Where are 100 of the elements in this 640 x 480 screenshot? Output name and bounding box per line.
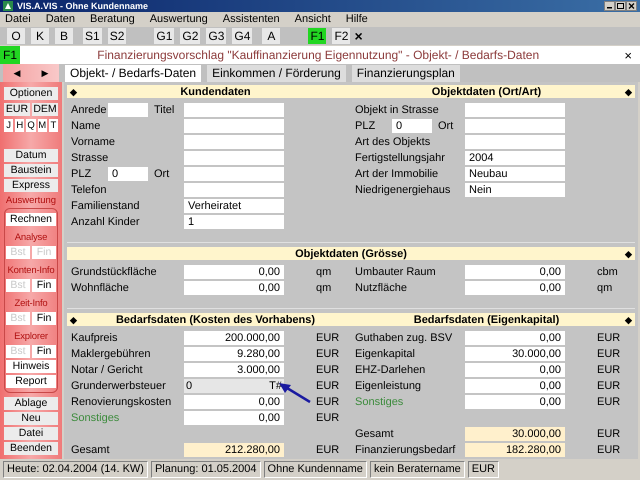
unit-label: EUR <box>315 396 340 408</box>
input-field[interactable]: 0,00 <box>465 281 565 296</box>
sidebar-button[interactable]: EUR <box>4 103 30 116</box>
field-label: Telefon <box>71 184 108 196</box>
input-field[interactable] <box>465 103 565 118</box>
input-field[interactable] <box>184 135 284 150</box>
input-field[interactable]: 0,00 <box>465 331 565 346</box>
sidebar-button[interactable]: Fin <box>32 312 56 326</box>
sidebar-button[interactable]: Neu <box>4 412 58 426</box>
input-field[interactable]: 0,00 <box>465 379 565 394</box>
sidebar-button[interactable]: Datei <box>4 427 58 440</box>
toolbar-button[interactable]: S2 <box>108 28 126 44</box>
menu-item[interactable]: Ansicht <box>292 13 333 26</box>
tab[interactable]: Finanzierungsplan <box>352 64 460 82</box>
input-field[interactable]: 0,00 <box>184 395 284 410</box>
toolbar-button[interactable]: G2 <box>180 28 200 44</box>
input-field[interactable] <box>184 119 284 134</box>
input-field[interactable]: Nein <box>465 183 565 198</box>
toolbar-button[interactable]: S1 <box>83 28 102 44</box>
close-button[interactable]: × <box>354 28 363 44</box>
field-label: Umbauter Raum <box>355 266 437 278</box>
input-field[interactable] <box>465 119 565 134</box>
field-label: Anrede <box>71 104 108 116</box>
menu-item[interactable]: Assistenten <box>220 13 282 26</box>
sidebar-button[interactable]: Baustein <box>4 164 58 178</box>
toolbar-button[interactable]: K <box>31 28 49 44</box>
minimize-icon[interactable] <box>604 0 615 11</box>
toolbar-button[interactable]: F2 <box>332 28 350 44</box>
input-field[interactable]: Neubau <box>465 167 565 182</box>
input-field[interactable]: 9.280,00 <box>184 347 284 362</box>
unit-label: EUR <box>315 332 340 344</box>
unit-label: EUR <box>596 444 622 456</box>
sidebar-button[interactable]: T <box>48 119 58 132</box>
input-field[interactable] <box>184 103 284 118</box>
menu-item[interactable]: Hilfe <box>344 13 370 26</box>
close-button[interactable]: × <box>616 48 640 63</box>
field-label: Guthaben zug. BSV <box>355 332 454 344</box>
input-field[interactable]: 0,00 <box>465 363 565 378</box>
input-field[interactable]: 30.000,00 <box>465 347 565 362</box>
input-field[interactable]: 200.000,00 <box>184 331 284 346</box>
sidebar-button[interactable]: DEM <box>32 103 58 116</box>
toolbar-button[interactable]: G1 <box>154 28 174 44</box>
previous-button[interactable]: ◀ <box>14 68 20 78</box>
input-field[interactable]: 0 <box>392 119 432 134</box>
status-field: EUR <box>468 461 499 478</box>
toolbar-button[interactable]: G3 <box>206 28 226 44</box>
tab[interactable]: Objekt- / Bedarfs-Daten <box>65 64 202 82</box>
group-label: Auswertung <box>4 195 58 206</box>
sidebar-button[interactable]: H <box>15 119 24 132</box>
sidebar-button[interactable]: Optionen <box>4 87 58 100</box>
close-icon[interactable] <box>626 0 637 11</box>
input-field[interactable]: 212.280,00 <box>184 443 284 458</box>
diamond-icon: ◆ <box>70 314 80 325</box>
menu-item[interactable]: Auswertung <box>148 13 210 26</box>
sidebar-button[interactable]: Express <box>4 179 58 192</box>
input-field[interactable]: Verheiratet <box>184 199 284 214</box>
input-field[interactable]: 1 <box>184 215 284 230</box>
sidebar-button[interactable]: Datum <box>4 149 58 162</box>
menu-item[interactable]: Beratung <box>88 13 137 26</box>
sidebar-button[interactable]: Report <box>6 375 56 388</box>
toolbar-button[interactable]: A <box>262 28 280 44</box>
diamond-icon: ◆ <box>622 314 632 325</box>
input-field[interactable]: 0,00 <box>184 281 284 296</box>
sidebar-button[interactable]: Hinweis <box>6 360 56 374</box>
input-field[interactable] <box>184 151 284 166</box>
sidebar-button[interactable]: Fin <box>32 345 56 358</box>
next-button[interactable]: ▶ <box>42 68 48 78</box>
field-label: Name <box>71 120 102 132</box>
input-field[interactable]: 2004 <box>465 151 565 166</box>
input-field[interactable]: 0 <box>108 167 148 182</box>
field-label: Sonstiges <box>355 396 404 408</box>
input-field[interactable] <box>184 167 284 182</box>
toolbar-button[interactable]: O <box>7 28 25 44</box>
field-label: Ort <box>154 168 170 180</box>
input-field[interactable]: 0,00 <box>465 265 565 280</box>
input-field[interactable] <box>184 183 284 198</box>
sidebar-button[interactable]: Ablage <box>4 397 58 410</box>
sidebar-button[interactable]: M <box>38 119 47 132</box>
input-field[interactable]: 182.280,00 <box>465 443 565 458</box>
menu-item[interactable]: Daten <box>44 13 78 26</box>
tab[interactable]: Einkommen / Förderung <box>207 64 346 82</box>
input-field[interactable] <box>108 103 148 118</box>
input-field[interactable]: 0,00 <box>184 411 284 426</box>
toolbar-button[interactable]: F1 <box>308 28 326 44</box>
sidebar-button[interactable]: J <box>4 119 14 132</box>
sidebar-button[interactable]: Beenden <box>4 442 58 456</box>
toolbar-button[interactable]: G4 <box>232 28 252 44</box>
field-label: Wohnfläche <box>71 282 130 294</box>
sidebar-button[interactable]: Rechnen <box>6 213 56 226</box>
input-field[interactable]: 0,00 <box>465 395 565 410</box>
menu-item[interactable]: Datei <box>3 13 33 26</box>
toolbar-button[interactable]: B <box>55 28 73 44</box>
sidebar-button[interactable]: Fin <box>32 279 56 292</box>
sidebar-button[interactable]: Q <box>26 119 36 132</box>
field-label: Grundstückfläche <box>71 266 158 278</box>
input-field[interactable]: 3.000,00 <box>184 363 284 378</box>
maximize-icon[interactable] <box>615 0 626 11</box>
input-field[interactable]: 30.000,00 <box>465 427 565 442</box>
input-field[interactable]: 0,00 <box>184 265 284 280</box>
input-field[interactable] <box>465 135 565 150</box>
